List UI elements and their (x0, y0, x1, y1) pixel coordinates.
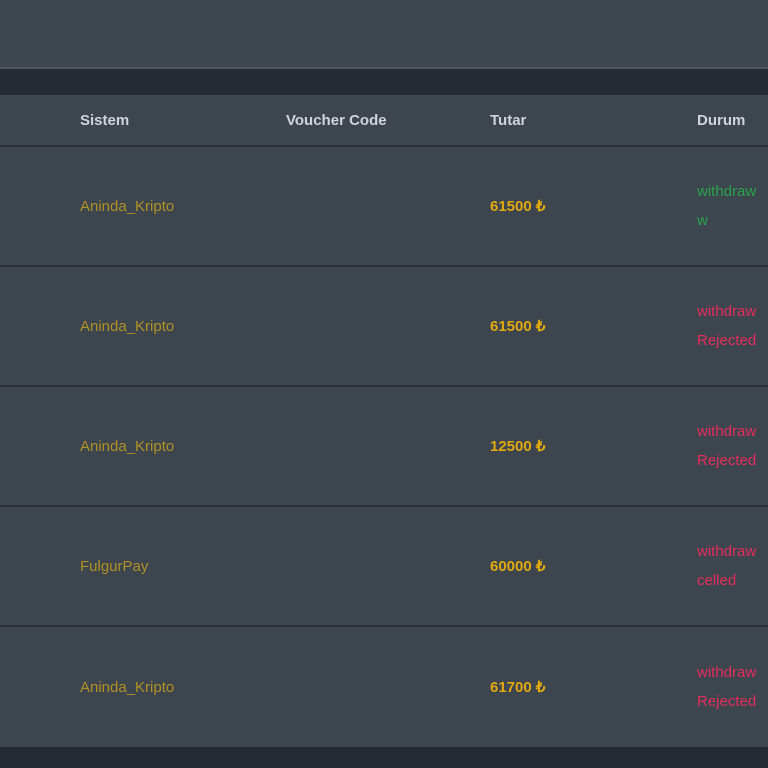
status-cell-text: withdraw Rejected (697, 423, 757, 469)
system-cell-text: FulgurPay (80, 557, 149, 575)
system-cell-text: Aninda_Kripto (80, 197, 175, 215)
amount-cell-text: 60000 ₺ (490, 558, 546, 575)
system-cell-text: Aninda_Kripto (80, 317, 175, 335)
status-cell-text: withdraw w (697, 183, 757, 229)
top-toolbar (0, 0, 768, 69)
status-cell-text: withdraw Rejected (697, 664, 757, 710)
withdrawals-table: Sistem Voucher Code Tutar Durum Aninda_K… (0, 95, 768, 747)
amount-cell-text: 61700 ₺ (490, 679, 546, 696)
column-header-tutar: Tutar (490, 111, 527, 129)
table-row[interactable]: Aninda_Kripto 61500 ₺ withdraw Rejected (0, 267, 768, 387)
amount-cell-text: 61500 ₺ (490, 198, 546, 215)
table-row[interactable]: FulgurPay 60000 ₺ withdraw celled (0, 507, 768, 627)
amount-cell-text: 12500 ₺ (490, 438, 546, 455)
status-cell-text: withdraw Rejected (697, 303, 757, 349)
table-row[interactable]: Aninda_Kripto 61500 ₺ withdraw w (0, 147, 768, 267)
column-header-durum: Durum (697, 111, 746, 129)
column-header-sistem: Sistem (80, 111, 130, 129)
table-header-row: Sistem Voucher Code Tutar Durum (0, 95, 768, 147)
system-cell-text: Aninda_Kripto (80, 437, 175, 455)
system-cell-text: Aninda_Kripto (80, 678, 175, 696)
table-row[interactable]: Aninda_Kripto 61700 ₺ withdraw Rejected (0, 627, 768, 747)
table-row[interactable]: Aninda_Kripto 12500 ₺ withdraw Rejected (0, 387, 768, 507)
column-header-voucher-code: Voucher Code (286, 111, 387, 129)
status-cell-text: withdraw celled (697, 543, 757, 589)
table-body: Aninda_Kripto 61500 ₺ withdraw w Aninda_K… (0, 147, 768, 747)
amount-cell-text: 61500 ₺ (490, 318, 546, 335)
